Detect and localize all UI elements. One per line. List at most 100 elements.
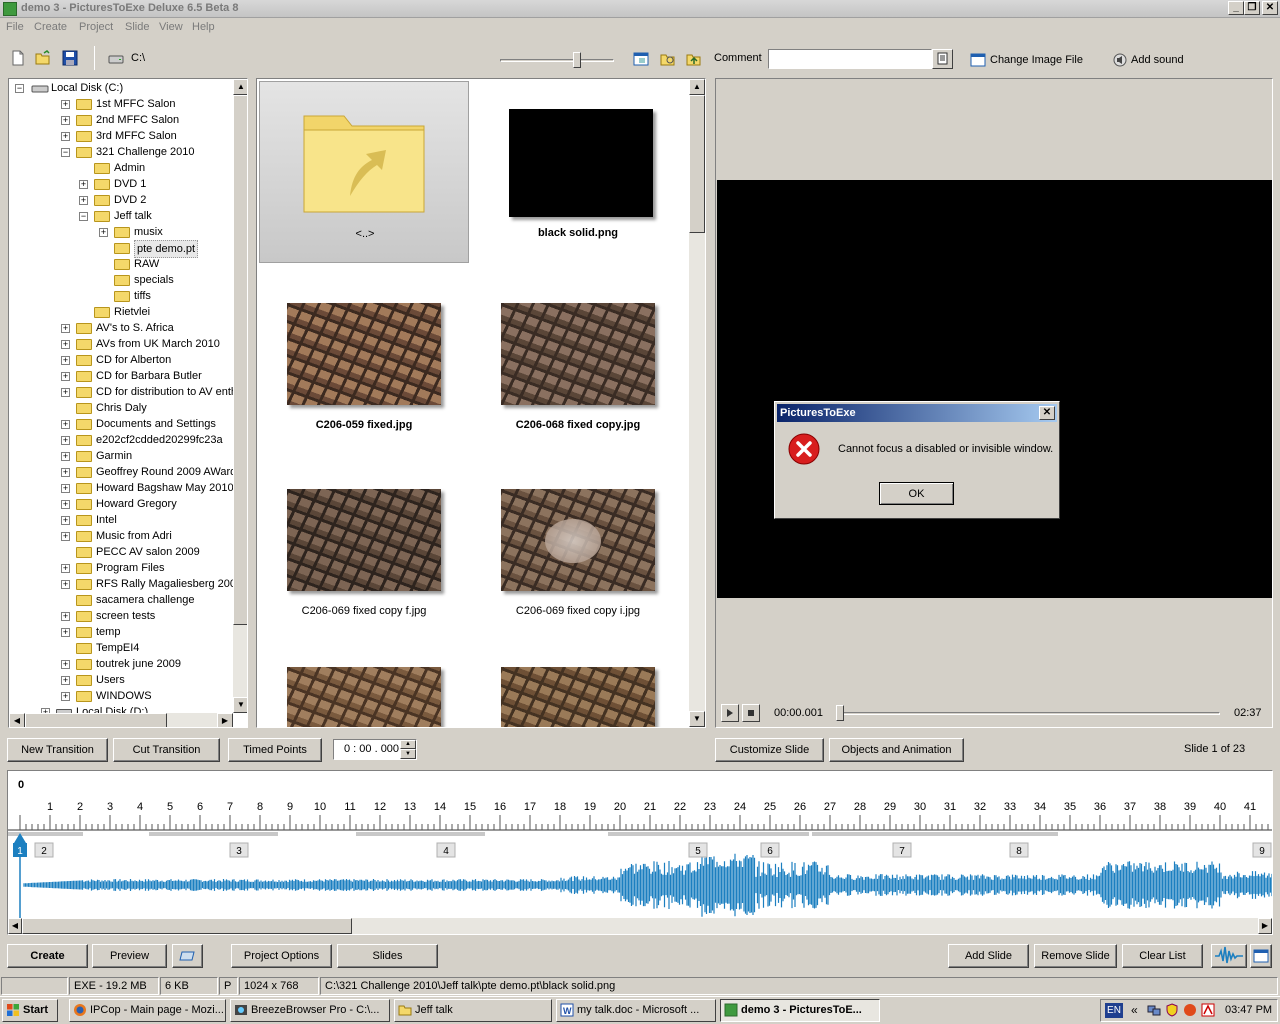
tree-item[interactable]: +3rd MFFC Salon	[13, 128, 233, 144]
cut-transition-button[interactable]: Cut Transition	[113, 738, 220, 762]
folder-up-icon[interactable]	[686, 51, 702, 67]
scroll-down-arrow[interactable]: ▼	[233, 697, 247, 713]
fullscreen-preview-button[interactable]	[172, 944, 203, 968]
collapse-icon[interactable]: −	[15, 84, 24, 93]
change-image-label[interactable]: Change Image File	[990, 54, 1083, 66]
expand-icon[interactable]: +	[61, 516, 70, 525]
stop-button[interactable]	[742, 704, 760, 722]
collapse-icon[interactable]: −	[61, 148, 70, 157]
save-icon[interactable]	[62, 50, 78, 66]
minimize-button[interactable]: _	[1228, 1, 1244, 15]
files-scroll-thumb[interactable]	[689, 95, 705, 233]
tree-vertical-scrollbar[interactable]: ▲ ▼	[233, 79, 247, 713]
change-image-icon[interactable]	[970, 52, 986, 68]
tree-item[interactable]: + Intel	[13, 512, 233, 528]
open-folder-icon[interactable]	[35, 50, 51, 66]
timed-points-button[interactable]: Timed Points	[228, 738, 322, 762]
comment-input[interactable]	[768, 49, 932, 69]
tree-item[interactable]: sacamera challenge	[13, 592, 233, 608]
task-picturestoexe[interactable]: demo 3 - PicturesToE...	[720, 999, 880, 1022]
scroll-right-arrow[interactable]: ▶	[1258, 918, 1272, 934]
task-word[interactable]: W my talk.doc - Microsoft ...	[556, 999, 716, 1022]
tree-item[interactable]: + e202cf2cdded20299fc23a	[13, 432, 233, 448]
expand-icon[interactable]: +	[61, 612, 70, 621]
tree-hscroll-thumb[interactable]	[25, 713, 167, 727]
expand-icon[interactable]: +	[61, 628, 70, 637]
clear-list-button[interactable]: Clear List	[1122, 944, 1203, 968]
file-thumbnail[interactable]: C206-068 fixed copy.jpg	[473, 267, 683, 447]
task-jeff-talk[interactable]: Jeff talk	[394, 999, 552, 1022]
timeline-horizontal-scrollbar[interactable]: ◀ ▶	[8, 918, 1272, 934]
slides-button[interactable]: Slides	[337, 944, 438, 968]
tree-item[interactable]: +2nd MFFC Salon	[13, 112, 233, 128]
tree-item[interactable]: + CD for Barbara Butler	[13, 368, 233, 384]
tree-item[interactable]: Rietvlei	[13, 304, 233, 320]
tree-item[interactable]: RAW	[13, 256, 233, 272]
tree-item[interactable]: + screen tests	[13, 608, 233, 624]
tree-scroll-thumb[interactable]	[233, 95, 247, 625]
menu-slide[interactable]: Slide	[125, 21, 149, 33]
tree-item[interactable]: PECC AV salon 2009	[13, 544, 233, 560]
menu-project[interactable]: Project	[79, 21, 113, 33]
expand-icon[interactable]: +	[61, 132, 70, 141]
tree-item[interactable]: pte demo.pt	[13, 240, 233, 258]
tree-item[interactable]: + Program Files	[13, 560, 233, 576]
tree-item[interactable]: + Garmin	[13, 448, 233, 464]
tree-item[interactable]: + musix	[13, 224, 233, 240]
files-vertical-scrollbar[interactable]: ▲ ▼	[689, 79, 705, 727]
add-sound-label[interactable]: Add sound	[1131, 54, 1184, 66]
scroll-left-arrow[interactable]: ◀	[9, 713, 25, 727]
tree-item[interactable]: Admin	[13, 160, 233, 176]
tree-item[interactable]: + Howard Bagshaw May 2010	[13, 480, 233, 496]
tree-item[interactable]: specials	[13, 272, 233, 288]
scroll-up-arrow[interactable]: ▲	[233, 79, 247, 95]
antivirus-icon[interactable]	[1183, 1003, 1197, 1017]
task-ipcop[interactable]: IPCop - Main page - Mozi...	[69, 999, 226, 1022]
file-thumbnail[interactable]: C206-059 fixed.jpg	[259, 267, 469, 447]
tree-item[interactable]: + Music from Adri	[13, 528, 233, 544]
playback-track[interactable]	[836, 712, 1220, 715]
tree-item[interactable]: +1st MFFC Salon	[13, 96, 233, 112]
tree-item[interactable]: + Users	[13, 672, 233, 688]
expand-icon[interactable]: +	[61, 372, 70, 381]
expand-icon[interactable]: +	[61, 484, 70, 493]
restore-button[interactable]: ❐	[1244, 1, 1260, 15]
expand-icon[interactable]: +	[61, 564, 70, 573]
expand-icon[interactable]: +	[61, 692, 70, 701]
new-project-icon[interactable]	[10, 50, 26, 66]
shield-icon[interactable]	[1165, 1003, 1179, 1017]
window-mode-button[interactable]	[1250, 944, 1272, 968]
play-button[interactable]	[721, 704, 739, 722]
expand-icon[interactable]: +	[99, 228, 108, 237]
expand-icon[interactable]: +	[61, 436, 70, 445]
menu-create[interactable]: Create	[34, 21, 67, 33]
tree-item[interactable]: tiffs	[13, 288, 233, 304]
tree-item[interactable]: + AV's to S. Africa	[13, 320, 233, 336]
expand-icon[interactable]: +	[61, 356, 70, 365]
tree-item[interactable]: + RFS Rally Magaliesberg 2009	[13, 576, 233, 592]
zoom-slider-thumb[interactable]	[573, 52, 582, 68]
scroll-left-arrow[interactable]: ◀	[8, 918, 22, 934]
create-button[interactable]: Create	[7, 944, 88, 968]
folder-tree[interactable]: − Local Disk (C:) +1st MFFC Salon +2nd MF…	[8, 78, 248, 728]
tree-item[interactable]: − 321 Challenge 2010	[13, 144, 233, 160]
file-thumbnail[interactable]: C206-069 fixed copy f.jpg	[259, 453, 469, 633]
tree-item[interactable]: + CD for distribution to AV enthusias	[13, 384, 233, 400]
project-options-button[interactable]: Project Options	[231, 944, 332, 968]
file-thumbnail[interactable]: <..>	[259, 81, 469, 263]
remove-slide-button[interactable]: Remove Slide	[1034, 944, 1117, 968]
file-thumbnail[interactable]: black solid.png	[473, 81, 683, 261]
new-transition-button[interactable]: New Transition	[7, 738, 108, 762]
expand-icon[interactable]: +	[61, 676, 70, 685]
comment-edit-button[interactable]	[932, 49, 953, 69]
expand-icon[interactable]: +	[61, 500, 70, 509]
waveform-toggle-button[interactable]	[1211, 944, 1247, 968]
expand-icon[interactable]: +	[61, 532, 70, 541]
tree-horizontal-scrollbar[interactable]: ◀ ▶	[9, 713, 233, 727]
task-breezebrowser[interactable]: BreezeBrowser Pro - C:\...	[230, 999, 390, 1022]
tree-item[interactable]: TempEI4	[13, 640, 233, 656]
file-thumbnail[interactable]: C206-069 fixed copy i.jpg	[473, 453, 683, 633]
expand-icon[interactable]: +	[61, 468, 70, 477]
network-icon[interactable]	[1147, 1003, 1161, 1017]
browse-folder-icon[interactable]	[660, 51, 676, 67]
